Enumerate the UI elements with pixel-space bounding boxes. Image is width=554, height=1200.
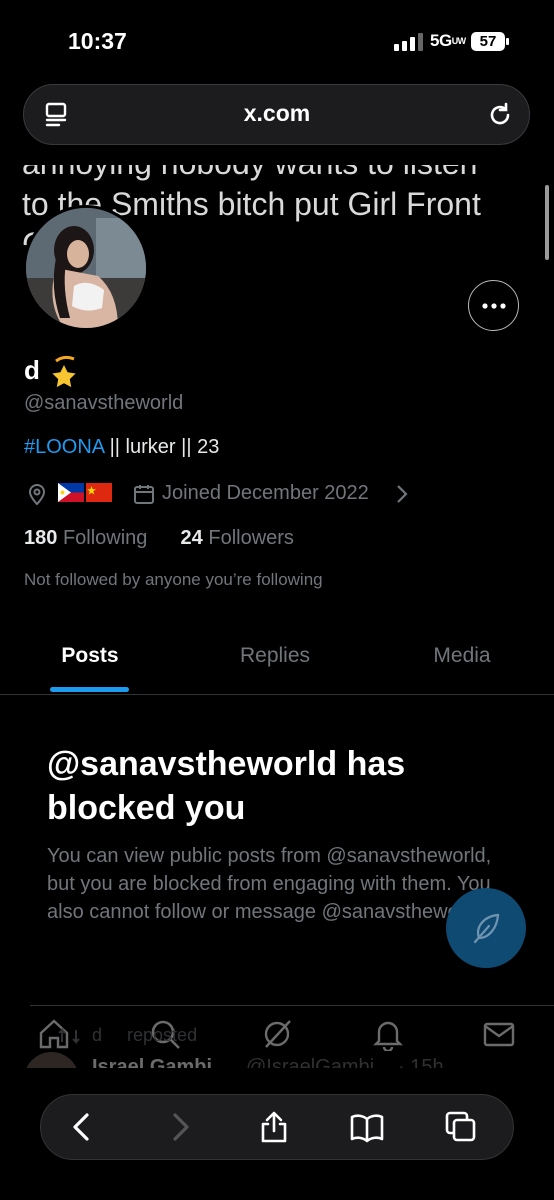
display-name: d (24, 355, 40, 385)
calendar-icon (134, 485, 154, 504)
more-dots-icon (482, 303, 506, 309)
reload-icon[interactable] (486, 101, 514, 129)
philippines-flag-icon (58, 483, 84, 502)
followers-link[interactable]: 24 Followers (181, 527, 294, 549)
divider (30, 1005, 554, 1006)
shooting-star-icon (52, 355, 76, 387)
back-icon[interactable] (65, 1110, 99, 1144)
tab-replies[interactable]: Replies (205, 644, 345, 668)
bio: #LOONA || lurker || 23 (24, 436, 219, 459)
hashtag-link[interactable]: #LOONA (24, 436, 104, 458)
share-icon[interactable] (257, 1110, 291, 1144)
china-flag-icon (86, 483, 112, 502)
tab-posts[interactable]: Posts (20, 644, 160, 668)
avatar[interactable] (23, 205, 149, 331)
battery-level: 57 (479, 33, 497, 50)
scrollbar[interactable] (545, 185, 549, 260)
feather-icon (473, 913, 500, 944)
location-icon (28, 484, 46, 506)
handle: @sanavstheworld (24, 392, 184, 414)
url-text[interactable]: x.com (0, 100, 554, 127)
grok-icon[interactable] (260, 1017, 294, 1051)
follow-stats: 180 Following 24 Followers (24, 527, 294, 550)
mutual-follow-note: Not followed by anyone you’re following (24, 570, 323, 589)
chevron-right-icon[interactable] (395, 484, 409, 504)
forward-icon[interactable] (163, 1110, 197, 1144)
tab-media[interactable]: Media (392, 644, 532, 668)
divider (0, 694, 554, 695)
bookmarks-icon[interactable] (350, 1110, 384, 1144)
network-label: 5GUW (430, 31, 466, 50)
notifications-icon[interactable] (371, 1017, 405, 1051)
blocked-title: @sanavstheworld has blocked you (47, 745, 406, 827)
blocked-message: You can view public posts from @sanavsth… (47, 845, 492, 923)
compose-button[interactable] (446, 888, 526, 968)
messages-icon[interactable] (482, 1017, 516, 1051)
signal-icon (394, 33, 423, 51)
joined-date: Joined December 2022 (162, 482, 369, 504)
more-options-button[interactable] (468, 280, 519, 331)
status-time: 10:37 (68, 28, 127, 54)
tabs-icon[interactable] (444, 1110, 478, 1144)
active-tab-indicator (50, 687, 129, 692)
bio-text: || lurker || 23 (104, 436, 220, 458)
banner-text-line: annoying nobody wants to listen (22, 145, 478, 181)
repost-icon (58, 1027, 80, 1045)
following-link[interactable]: 180 Following (24, 527, 147, 549)
repost-label: d reposted (92, 1025, 198, 1045)
